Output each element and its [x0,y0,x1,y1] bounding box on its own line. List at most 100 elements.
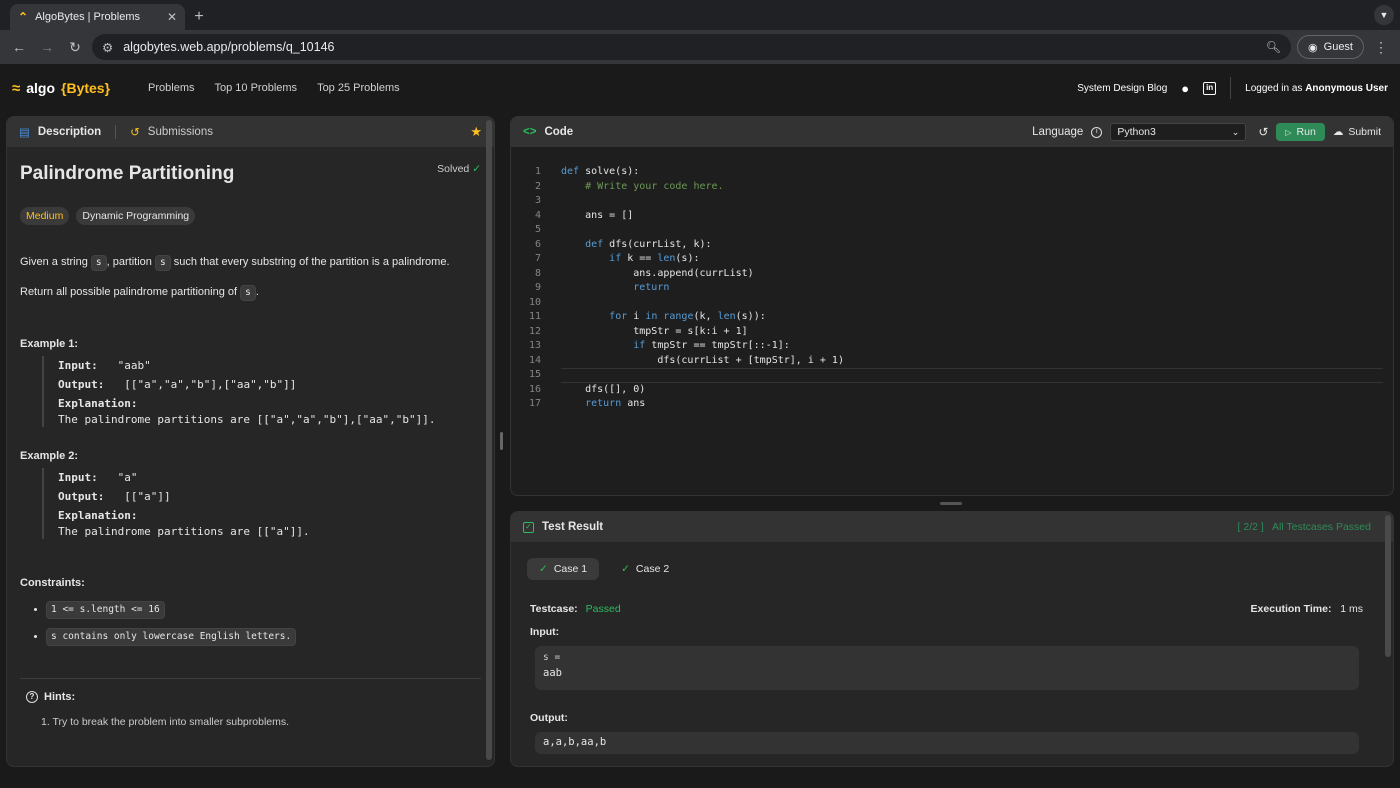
hints-section[interactable]: ? Hints: 1. Try to break the problem int… [20,691,481,728]
tab-search-icon[interactable]: ▼ [1374,5,1394,25]
constraint-item: s contains only lowercase English letter… [46,628,481,646]
description-icon: ▤ [19,127,30,139]
constraint-item: 1 <= s.length <= 16 [46,601,481,619]
code-line: ans.append(currList) [561,267,754,279]
tab-description[interactable]: Description [38,126,101,138]
login-status: Logged in as Anonymous User [1245,82,1388,94]
code-line: if k == len(s): [609,253,700,264]
current-line-highlight [561,368,1383,383]
cloud-upload-icon: ☁ [1332,126,1344,138]
example-title: Example 1: [20,338,79,350]
line-number: 8 [534,267,541,279]
language-label: Language [1032,126,1084,138]
close-tab-icon[interactable]: ✕ [167,10,177,24]
divider [20,678,481,679]
forward-icon[interactable]: → [36,36,58,58]
topic-tag[interactable]: Dynamic Programming [76,207,196,225]
line-number: 13 [528,340,541,351]
nav-top10[interactable]: Top 10 Problems [215,82,298,94]
tab-submissions[interactable]: Submissions [148,126,213,138]
output-label: Output: [530,712,568,724]
submit-button[interactable]: ☁ Submit [1333,126,1381,138]
line-number: 16 [528,383,541,395]
github-icon[interactable]: ● [1181,81,1189,96]
line-number-gutter: 1 2 3 4 5 6 7 8 9 10 11 12 13 14 15 16 17 [525,165,541,412]
check-icon: ✓ [621,563,630,575]
code-line: dfs([], 0) [561,383,646,395]
code-title: Code [544,126,574,138]
system-design-blog-link[interactable]: System Design Blog [1077,83,1167,94]
line-number: 2 [534,180,541,192]
code-line: def dfs(currList, k): [585,238,712,250]
code-line: # Write your code here. [585,180,724,192]
testcase-status: Passed [585,603,621,615]
code-panel: <> Code Language i Python3 ⌄ ↺ ▷ Run ☁ Sub… [510,116,1394,496]
problem-statement-1: Given a string s, partition s such that … [20,255,481,271]
code-editor[interactable]: 1 2 3 4 5 6 7 8 9 10 11 12 13 14 15 16 17 def solve(s): … [511,147,1393,495]
browser-tab[interactable]: ⌃ AlgoBytes | Problems ✕ [10,4,185,30]
new-tab-icon[interactable]: + [185,4,213,30]
test-result-header: ✓ Test Result [ 2/2 ] All Testcases Pass… [511,512,1393,542]
omnibox[interactable]: ⚙ algobytes.web.app/problems/q_10146 🔍︎ [92,34,1292,60]
favorite-star-icon[interactable]: ★ [470,124,482,140]
line-number: 14 [528,354,541,366]
code-line: tmpStr = s[k:i + 1] [561,325,748,337]
linkedin-icon[interactable]: in [1203,81,1217,95]
header-divider [1230,77,1232,99]
horizontal-resize-handle[interactable] [940,502,962,505]
code-line: dfs(currList + [tmpStr], i + 1) [561,354,844,366]
solved-status: Solved ✓ [437,163,481,175]
code-line: def solve(s): [561,166,640,177]
description-scrollbar[interactable] [486,120,492,760]
line-number: 4 [534,209,541,221]
test-result-title: Test Result [542,521,604,533]
code-line: return [633,282,670,293]
example-1: Example 1: Input: "aab" Output: [["a","a… [20,338,481,427]
line-number: 5 [534,224,541,235]
nav-problems[interactable]: Problems [148,82,194,94]
hint-item: 1. Try to break the problem into smaller… [41,716,290,728]
line-number: 9 [534,282,541,293]
run-button[interactable]: ▷ Run [1276,123,1325,141]
code-line: if tmpStr == tmpStr[::-1]: [633,340,790,351]
check-circle-icon: ✓ [472,163,481,175]
testcase-label: Testcase: [530,603,578,615]
browser-tab-bar: ⌃ AlgoBytes | Problems ✕ + ▼ [0,0,1400,30]
profile-label: Guest [1323,41,1353,53]
reset-icon[interactable]: ↺ [1258,125,1268,139]
address-toolbar: ← → ↻ ⚙ algobytes.web.app/problems/q_101… [0,30,1400,64]
check-icon: ✓ [539,563,548,575]
example-2: Example 2: Input: "a" Output: [["a"]] Ex… [20,450,481,539]
nav-top25[interactable]: Top 25 Problems [317,82,400,94]
site-info-icon[interactable]: ⚙ [102,40,113,55]
code-line: for i in range(k, len(s)): [609,311,766,322]
result-scrollbar[interactable] [1385,515,1391,657]
reload-icon[interactable]: ↻ [64,36,86,58]
logo[interactable]: ≈ algo {Bytes} [12,80,110,97]
code-brackets-icon: <> [523,126,537,138]
execution-time: Execution Time: 1 ms [1250,603,1363,615]
difficulty-badge: Medium [20,207,70,225]
info-icon[interactable]: i [1091,126,1103,138]
description-panel-header: ▤ Description ↺ Submissions ★ [7,117,494,147]
browser-menu-icon[interactable]: ⋮ [1370,36,1392,58]
line-number: 3 [534,195,541,206]
description-panel: ▤ Description ↺ Submissions ★ Palindrome… [6,116,495,767]
line-number: 12 [528,325,541,337]
problem-title: Palindrome Partitioning [20,163,235,184]
url-text: algobytes.web.app/problems/q_10146 [123,40,335,54]
zoom-icon[interactable]: 🔍︎ [1266,40,1281,54]
panel-resize-handle[interactable] [500,432,503,450]
case-1-tab[interactable]: ✓ Case 1 [527,558,600,580]
profile-button[interactable]: ◉ Guest [1297,35,1364,59]
line-number: 11 [528,311,541,322]
output-box: a,a,b,aa,b [535,732,1359,754]
language-select[interactable]: Python3 ⌄ [1110,123,1247,141]
code-panel-header: <> Code Language i Python3 ⌄ ↺ ▷ Run ☁ Sub… [511,117,1393,147]
checkbox-icon: ✓ [523,521,534,533]
back-icon[interactable]: ← [8,36,30,58]
case-2-tab[interactable]: ✓ Case 2 [609,558,681,580]
input-label: Input: [530,626,560,638]
test-result-panel: ✓ Test Result [ 2/2 ] All Testcases Pass… [510,511,1394,767]
